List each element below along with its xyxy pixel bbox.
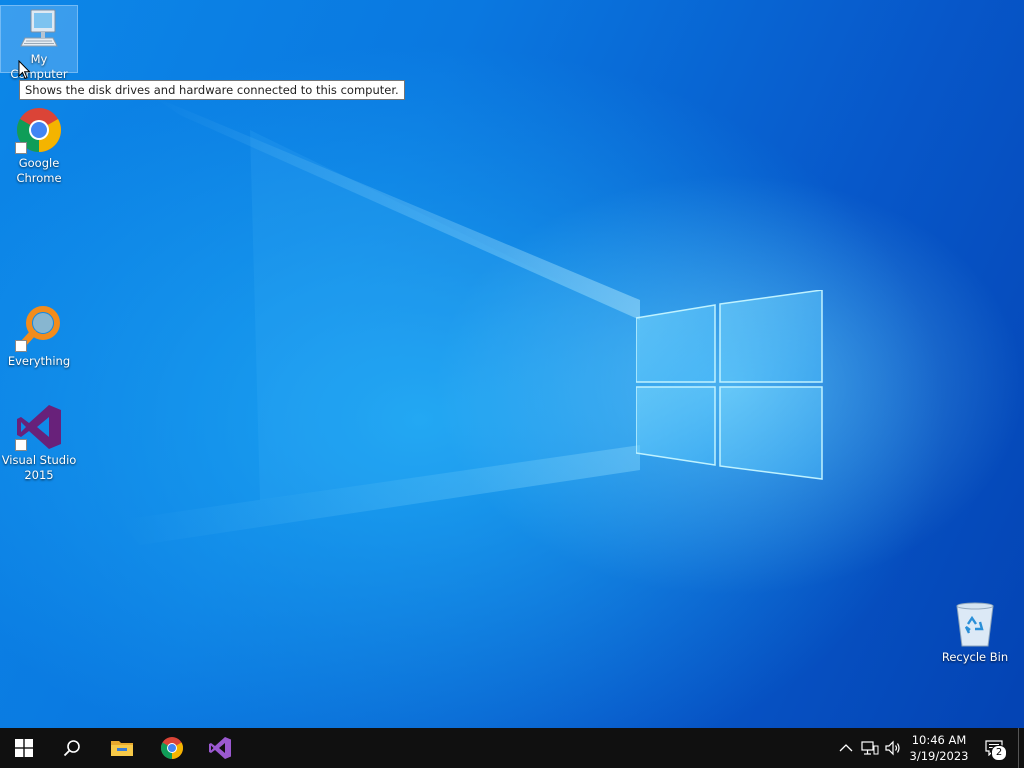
action-center-button[interactable]: 2 (984, 738, 1007, 761)
wallpaper-light-beam (120, 95, 640, 545)
taskbar-file-explorer[interactable] (98, 728, 146, 768)
recycle-bin-icon (954, 602, 996, 648)
visual-studio-icon (209, 737, 231, 759)
desktop-icon-visual-studio-2015[interactable]: Visual Studio 2015 (1, 403, 77, 483)
start-button[interactable] (0, 728, 48, 768)
computer-icon (17, 6, 61, 50)
windows-logo-wallpaper (636, 290, 823, 480)
windows-start-icon (15, 739, 33, 757)
desktop-icon-label: Google Chrome (16, 156, 62, 185)
taskbar-visual-studio[interactable] (196, 728, 244, 768)
shortcut-arrow-icon (15, 439, 27, 451)
clock-date: 3/19/2023 (909, 749, 969, 763)
clock-time: 10:46 AM (911, 733, 967, 747)
show-hidden-icons-chevron-up-icon[interactable] (836, 738, 856, 758)
shortcut-arrow-icon (15, 340, 27, 352)
taskbar: 10:46 AM 3/19/2023 2 (0, 728, 1024, 768)
shortcut-arrow-icon (15, 142, 27, 154)
folder-icon (111, 741, 133, 756)
tooltip: Shows the disk drives and hardware conne… (19, 80, 405, 100)
mouse-cursor-icon (18, 60, 31, 80)
desktop-icon-label: Recycle Bin (941, 650, 1009, 664)
search-icon (63, 740, 80, 757)
desktop-icon-label: Everything (7, 354, 71, 368)
taskbar-google-chrome[interactable] (148, 728, 196, 768)
visual-studio-icon (15, 403, 63, 451)
chrome-icon (15, 106, 63, 154)
network-icon[interactable] (860, 738, 880, 758)
everything-search-icon (15, 304, 63, 352)
desktop-icon-my-computer[interactable]: My Computer (0, 5, 78, 81)
desktop-icon-google-chrome[interactable]: Google Chrome (1, 106, 77, 186)
show-desktop-button[interactable] (1018, 728, 1024, 768)
desktop-icon-recycle-bin[interactable]: Recycle Bin (937, 602, 1013, 665)
taskbar-clock[interactable]: 10:46 AM 3/19/2023 (906, 732, 972, 764)
search-button[interactable] (48, 728, 96, 768)
desktop[interactable]: My Computer Google Chrome Everything Vis… (0, 0, 1024, 728)
desktop-icon-label: My Computer (10, 52, 68, 81)
notification-count-badge: 2 (991, 745, 1007, 761)
chrome-icon (161, 737, 183, 759)
desktop-icon-label: Visual Studio 2015 (1, 453, 77, 482)
desktop-icon-everything[interactable]: Everything (1, 304, 77, 369)
volume-icon[interactable] (883, 738, 903, 758)
